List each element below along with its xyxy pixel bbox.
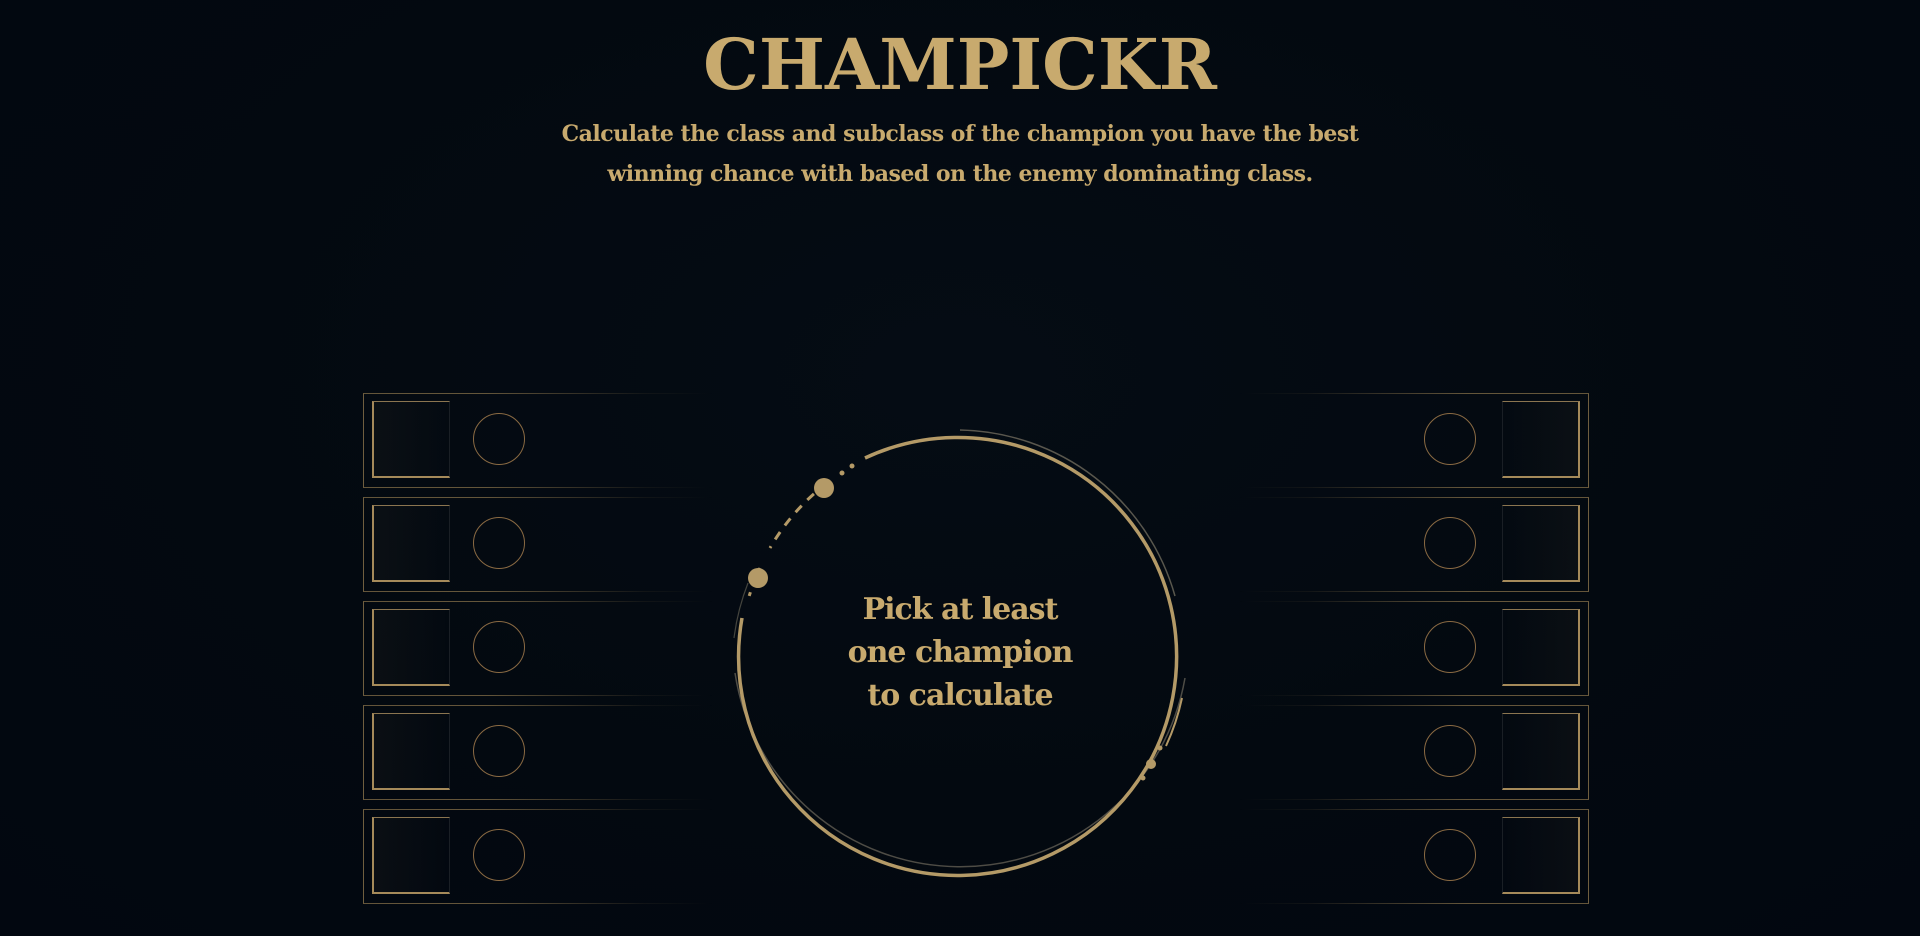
right-champion-slot-5[interactable] [1239,809,1589,904]
calculate-circle-button[interactable]: Pick at least one champion to calculate [730,428,1190,888]
champion-portrait-placeholder[interactable] [1502,713,1580,790]
role-circle-icon[interactable] [1424,829,1476,881]
right-team-slots [1239,393,1589,913]
left-champion-slot-4[interactable] [363,705,713,800]
role-circle-icon[interactable] [473,621,525,673]
role-circle-icon[interactable] [473,725,525,777]
app-page: CHAMPICKR Calculate the class and subcla… [0,0,1920,936]
champion-portrait-placeholder[interactable] [1502,401,1580,478]
calculate-prompt-line-2: one champion [847,635,1074,670]
right-champion-slot-1[interactable] [1239,393,1589,488]
left-champion-slot-2[interactable] [363,497,713,592]
right-champion-slot-4[interactable] [1239,705,1589,800]
role-circle-icon[interactable] [473,517,525,569]
champion-portrait-placeholder[interactable] [372,401,450,478]
left-champion-slot-1[interactable] [363,393,713,488]
role-circle-icon[interactable] [1424,621,1476,673]
role-circle-icon[interactable] [1424,517,1476,569]
champion-portrait-placeholder[interactable] [372,817,450,894]
left-champion-slot-3[interactable] [363,601,713,696]
right-champion-slot-3[interactable] [1239,601,1589,696]
calculate-prompt: Pick at least one champion to calculate [730,588,1190,717]
calculate-prompt-line-1: Pick at least [862,592,1059,627]
champion-portrait-placeholder[interactable] [372,609,450,686]
role-circle-icon[interactable] [473,829,525,881]
champion-portrait-placeholder[interactable] [1502,817,1580,894]
app-subtitle: Calculate the class and subclass of the … [561,121,1359,187]
role-circle-icon[interactable] [473,413,525,465]
champion-portrait-placeholder[interactable] [372,713,450,790]
role-circle-icon[interactable] [1424,725,1476,777]
calculate-prompt-line-3: to calculate [867,678,1053,713]
app-header: CHAMPICKR Calculate the class and subcla… [0,22,1920,194]
left-champion-slot-5[interactable] [363,809,713,904]
role-circle-icon[interactable] [1424,413,1476,465]
left-team-slots [363,393,713,913]
champion-portrait-placeholder[interactable] [1502,505,1580,582]
right-champion-slot-2[interactable] [1239,497,1589,592]
champion-portrait-placeholder[interactable] [1502,609,1580,686]
app-title: CHAMPICKR [703,23,1217,106]
champion-portrait-placeholder[interactable] [372,505,450,582]
